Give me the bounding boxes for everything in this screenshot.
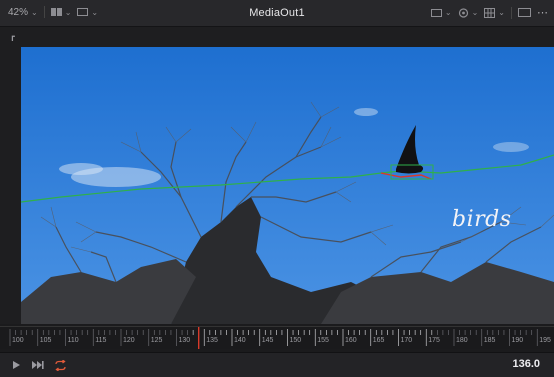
play-button[interactable]	[10, 358, 22, 372]
ruler-tick-label: 135	[206, 337, 218, 344]
viewer-image[interactable]: birds	[21, 47, 554, 324]
overlay-title-text: birds	[452, 207, 512, 232]
loop-icon	[54, 359, 66, 371]
ruler-tick-label: 180	[456, 337, 468, 344]
ruler-tick-label: 100	[12, 337, 24, 344]
timeline-ruler[interactable]: 100 105 110 115 120 125 130 135 140 145 150 155 160 1…	[0, 326, 554, 349]
loop-button[interactable]	[53, 358, 67, 372]
viewer-toolbar: 42% ⌄ ⌄ ⌄ MediaOut1 ⌄ ⌄ ⌄ ⋯	[0, 0, 554, 27]
grid-dropdown[interactable]: ⌄	[484, 7, 505, 18]
ruler-tick-label: 185	[484, 337, 496, 344]
ruler-tick-label: 120	[123, 337, 135, 344]
chevron-down-icon: ⌄	[471, 8, 479, 17]
chevron-down-icon: ⌄	[498, 8, 505, 17]
timecode-display[interactable]: 136.0	[512, 358, 540, 370]
viewer-panel: ┏ birds	[0, 27, 554, 324]
roi-dropdown[interactable]: ⌄	[430, 8, 452, 17]
ruler-tick-label: 105	[40, 337, 52, 344]
color-channel-dropdown[interactable]: ⌄	[458, 7, 479, 18]
grid-icon	[484, 7, 496, 18]
divider	[511, 6, 512, 19]
toolbar-right-group: ⌄ ⌄ ⌄ ⋯	[430, 6, 548, 19]
jump-to-end-icon	[31, 361, 44, 369]
ruler-tick-label: 145	[262, 337, 274, 344]
ruler-tick-label: 155	[317, 337, 329, 344]
color-channel-icon	[458, 7, 468, 18]
roi-icon	[430, 8, 442, 17]
ruler-tick-label: 160	[345, 337, 357, 344]
ruler-tick-label: 195	[539, 337, 551, 344]
scene-image	[21, 47, 554, 324]
ruler-tick-label: 115	[95, 337, 106, 344]
play-icon	[13, 361, 20, 369]
ruler-tick-label: 150	[289, 337, 301, 344]
more-options-icon[interactable]: ⋯	[537, 6, 548, 19]
chevron-down-icon: ⌄	[444, 8, 452, 17]
ruler-tick-label: 125	[151, 337, 163, 344]
ruler-tick-label: 130	[178, 337, 190, 344]
ruler-tick-label: 190	[511, 337, 523, 344]
jump-to-end-button[interactable]	[30, 358, 44, 372]
ruler-tick-label: 140	[234, 337, 246, 344]
viewer-corner-icon[interactable]: ┏	[10, 32, 15, 41]
ruler-tick-label: 170	[400, 337, 412, 344]
ruler-tick-label: 165	[373, 337, 385, 344]
ruler-scale: 100 105 110 115 120 125 130 135 140 145 150 155 160 1…	[9, 327, 551, 349]
ruler-tick-label: 110	[67, 337, 78, 344]
single-view-icon[interactable]	[518, 8, 531, 17]
transport-bar: 136.0	[0, 352, 554, 377]
ruler-tick-label: 175	[428, 337, 440, 344]
